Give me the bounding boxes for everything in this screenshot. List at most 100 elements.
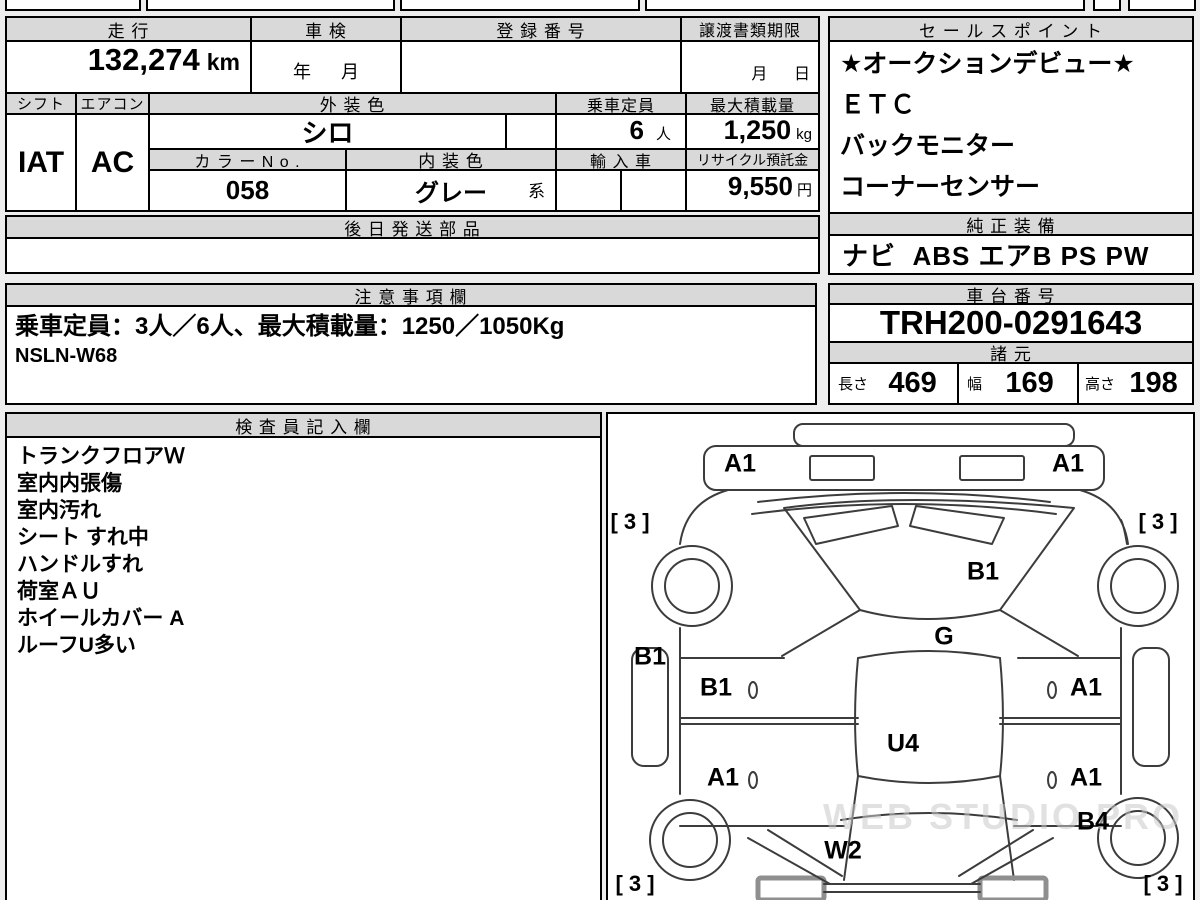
cutoff-row-cell [146,0,395,11]
cutoff-row-cell [1093,0,1121,11]
damage-label-a1-door-front-right: A1 [1070,673,1102,702]
import-header: 輸 入 車 [555,148,687,171]
notes-line: NSLN-W68 [15,345,118,367]
capacity-unit: 人 [655,126,671,143]
cutoff-row-cell [645,0,1085,11]
notes-line: 乗車定員：3人／6人、最大積載量：1250／1050Kg [15,313,565,340]
shaken-cell: 年 月 [250,40,402,94]
sales-point-item: コーナーセンサー [840,173,1041,201]
mileage-value: 132,274 km [5,40,252,94]
aircon-value: AC [75,113,150,212]
max-load-header: 最大積載量 [685,92,820,115]
inspector-line: ハンドルすれ [17,553,143,576]
sales-point-item: バックモニター [840,132,1016,160]
tire-grade-front-left: [ 3 ] [610,509,650,534]
mileage-number: 132,274 [87,42,200,77]
inspector-header: 検 査 員 記 入 欄 [7,414,600,438]
spec-width: 幅 169 [957,362,1079,405]
exterior-color-extra-cell [505,113,557,150]
inspector-box: 検 査 員 記 入 欄 トランクフロアＷ 室内内張傷 室内汚れ シート すれ中 … [5,412,602,900]
color-no-value: 058 [148,169,347,212]
max-load-number: 1,250 [723,115,792,145]
color-no-header: カ ラ ー N o . [148,148,347,171]
inspector-line: 室内内張傷 [17,472,122,495]
auction-sheet: 走 行 車 検 登 録 番 号 譲渡書類期限 132,274 km 年 月 月 … [0,0,1200,900]
spec-length: 長さ 469 [828,362,959,405]
cutoff-row-cell [5,0,141,11]
damage-label-b1-door-front-left: B1 [700,673,732,702]
equipment-header: 純 正 装 備 [828,212,1194,236]
damage-label-a1-door-rear-right: A1 [1070,763,1102,792]
sales-points-header: セ ー ル ス ポ イ ン ト [828,16,1194,42]
notes-header: 注 意 事 項 欄 [5,283,817,307]
inspector-line: 室内汚れ [17,499,101,522]
recycle-deposit-value: 9,550 円 [685,169,820,212]
damage-label-a1-door-rear-left: A1 [707,763,739,792]
cutoff-row-cell [400,0,640,11]
damage-label-w2-rear: W2 [824,836,862,865]
capacity-value: 6 人 [555,113,687,150]
shift-header: シフト [5,92,77,115]
damage-label-u4-roof: U4 [887,729,919,758]
inspector-line: ホイールカバー A [17,607,185,630]
shift-value: IAT [5,113,77,212]
damage-label-a1-front-left: A1 [724,449,756,478]
spec-length-label: 長さ [838,376,869,393]
interior-color-header: 内 装 色 [345,148,557,171]
damage-diagram-box: WEB STUDIO PRO A1 A1 [ 3 ] [ 3 ] B1 G B1… [606,412,1195,900]
capacity-header: 乗車定員 [555,92,687,115]
damage-label-b1-windshield: B1 [967,557,999,586]
interior-color-text: グレー [415,180,487,207]
chassis-header: 車 台 番 号 [828,283,1194,305]
damage-label-a1-front-right: A1 [1052,449,1084,478]
exterior-color-value: シロ [148,113,507,150]
later-parts-cell [5,237,820,274]
mileage-unit: km [206,49,240,75]
transfer-deadline-header: 譲渡書類期限 [680,16,820,42]
spec-width-label: 幅 [967,376,983,393]
import-cell-2 [620,169,687,212]
sales-point-item: ＥＴＣ [840,91,916,119]
inspector-line: 荷室ＡＵ [17,580,101,603]
mileage-header: 走 行 [5,16,252,42]
spec-height-value: 198 [1129,367,1178,399]
sales-point-item: ★オークションデビュー★ [840,50,1135,78]
transfer-deadline-cell: 月 日 [680,40,820,94]
tire-grade-rear-left: [ 3 ] [615,871,655,896]
recycle-unit: 円 [796,182,812,199]
tire-grade-front-right: [ 3 ] [1138,509,1178,534]
recycle-number: 9,550 [727,171,793,201]
registration-cell [400,40,682,94]
import-cell-1 [555,169,622,212]
inspector-line: トランクフロアＷ [17,445,185,468]
damage-label-b1-sill: B1 [634,642,666,671]
capacity-number: 6 [629,115,644,145]
spec-height: 高さ 198 [1077,362,1194,405]
spec-width-value: 169 [1005,367,1054,399]
equipment-value: ナビ ABS エアB PS PW [828,234,1194,275]
aircon-header: エアコン [75,92,150,115]
cutoff-row-cell [1128,0,1196,11]
shaken-header: 車 検 [250,16,402,42]
damage-label-b4-rear-right: B4 [1077,807,1109,836]
spec-length-value: 469 [888,367,937,399]
specs-header: 諸 元 [828,341,1194,364]
inspector-line: ルーフU多い [17,634,136,657]
chassis-value: TRH200-0291643 [828,303,1194,343]
watermark: WEB STUDIO PRO [823,796,1184,837]
registration-header: 登 録 番 号 [400,16,682,42]
later-parts-header: 後 日 発 送 部 品 [5,215,820,239]
notes-body: 乗車定員：3人／6人、最大積載量：1250／1050Kg NSLN-W68 [5,305,817,405]
exterior-color-header: 外 装 色 [148,92,557,115]
max-load-value: 1,250 kg [685,113,820,150]
interior-color-value: グレー 系 [345,169,557,212]
tire-grade-rear-right: [ 3 ] [1143,871,1183,896]
inspector-lines: トランクフロアＷ 室内内張傷 室内汚れ シート すれ中 ハンドルすれ 荷室ＡＵ … [7,438,600,664]
max-load-unit: kg [796,126,812,143]
inspector-line: シート すれ中 [17,526,149,549]
spec-height-label: 高さ [1085,376,1116,393]
damage-label-g-cowl: G [934,622,954,651]
recycle-deposit-header: リサイクル預託金 [685,148,820,171]
interior-color-suffix: 系 [528,182,545,201]
sales-points-body: ★オークションデビュー★ ＥＴＣ バックモニター コーナーセンサー [828,40,1194,214]
